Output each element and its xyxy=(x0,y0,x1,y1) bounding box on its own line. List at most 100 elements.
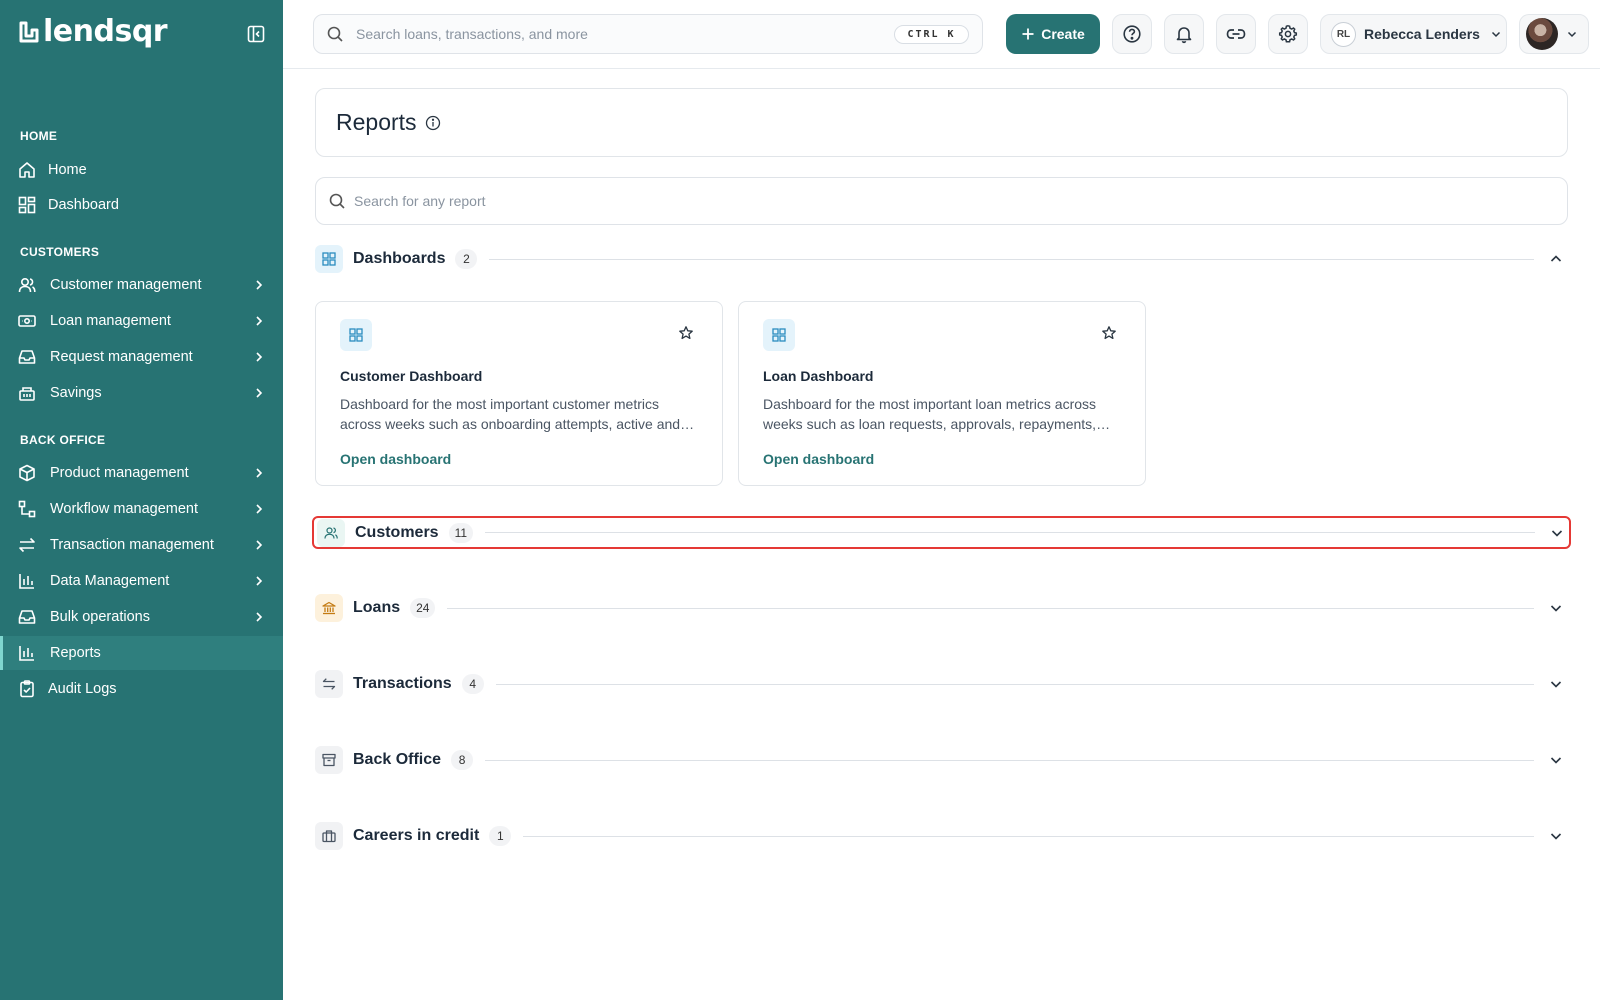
open-dashboard-link[interactable]: Open dashboard xyxy=(340,451,451,467)
user-name: Rebecca Lenders xyxy=(1364,26,1480,42)
plus-icon xyxy=(1022,28,1034,40)
section-title: Dashboards xyxy=(353,250,446,267)
bell-icon xyxy=(1176,27,1192,44)
search-icon xyxy=(327,26,343,42)
collapse-sidebar-icon[interactable] xyxy=(246,24,266,44)
create-button[interactable]: Create xyxy=(1006,14,1100,54)
keyboard-shortcut-badge: CTRL K xyxy=(894,25,969,44)
inbox-icon xyxy=(17,607,37,627)
section-loans[interactable]: Loans 24 xyxy=(315,593,1568,623)
section-dashboards[interactable]: Dashboards 2 xyxy=(315,244,1568,274)
dashboard-card-title: Customer Dashboard xyxy=(340,368,483,384)
star-icon[interactable] xyxy=(1101,325,1117,341)
dashboard-icon xyxy=(315,245,343,273)
profile-menu-button[interactable] xyxy=(1519,14,1589,54)
section-count-badge: 2 xyxy=(455,249,478,269)
section-title: Loans xyxy=(353,599,401,616)
global-search-input[interactable]: Search loans, transactions, and more CTR… xyxy=(313,14,983,54)
chevron-down-icon xyxy=(1550,605,1562,612)
user-menu-button[interactable]: RL Rebecca Lenders xyxy=(1320,14,1507,54)
link-icon xyxy=(1226,29,1246,39)
section-divider xyxy=(485,532,1535,533)
section-divider xyxy=(489,258,1534,260)
briefcase-icon xyxy=(315,822,343,850)
link-button[interactable] xyxy=(1216,14,1256,54)
sidebar-item-audit-logs[interactable]: Audit Logs xyxy=(0,672,283,706)
chevron-down-icon xyxy=(1491,31,1500,38)
sidebar-item-bulk-operations[interactable]: Bulk operations xyxy=(0,600,283,634)
page-title: Reports xyxy=(336,109,417,135)
bar-chart-icon xyxy=(17,571,37,591)
section-count-badge: 8 xyxy=(451,750,474,770)
section-careers-in-credit[interactable]: Careers in credit 1 xyxy=(315,821,1568,851)
avatar xyxy=(1526,18,1558,50)
chevron-down-icon xyxy=(1551,529,1563,537)
chevron-down-icon xyxy=(1550,681,1562,688)
section-count-badge: 1 xyxy=(489,826,512,846)
home-icon xyxy=(17,160,37,180)
section-transactions[interactable]: Transactions 4 xyxy=(315,669,1568,699)
create-button-label: Create xyxy=(1041,26,1085,42)
brand-logo[interactable]: lendsqr xyxy=(19,14,168,49)
sidebar-item-label: Request management xyxy=(50,349,193,365)
sidebar-item-workflow-management[interactable]: Workflow management xyxy=(0,492,283,526)
gear-icon xyxy=(1278,25,1298,43)
sidebar-item-customer-management[interactable]: Customer management xyxy=(0,268,283,302)
nav-section-back-office: BACK OFFICE xyxy=(20,433,106,447)
nav-section-customers: CUSTOMERS xyxy=(20,245,100,259)
sidebar-item-product-management[interactable]: Product management xyxy=(0,456,283,490)
sidebar-item-transaction-management[interactable]: Transaction management xyxy=(0,528,283,562)
dashboard-card-loan: Loan Dashboard Dashboard for the most im… xyxy=(738,301,1146,486)
section-divider xyxy=(495,683,1534,685)
sidebar-item-label: Audit Logs xyxy=(48,681,117,697)
sidebar-item-dashboard[interactable]: Dashboard xyxy=(0,188,283,222)
open-dashboard-link[interactable]: Open dashboard xyxy=(763,451,874,467)
savings-icon xyxy=(17,383,37,403)
dashboard-card-customer: Customer Dashboard Dashboard for the mos… xyxy=(315,301,723,486)
bar-chart-icon xyxy=(17,643,37,663)
users-icon xyxy=(17,275,37,295)
sidebar-item-loan-management[interactable]: Loan management xyxy=(0,304,283,338)
star-icon[interactable] xyxy=(678,325,694,341)
brand-name: lendsqr xyxy=(43,14,168,49)
bank-icon xyxy=(315,594,343,622)
archive-icon xyxy=(315,746,343,774)
chevron-right-icon xyxy=(256,352,263,362)
sidebar-item-label: Data Management xyxy=(50,573,170,589)
top-bar: Search loans, transactions, and more CTR… xyxy=(283,0,1600,69)
section-customers[interactable]: Customers 11 xyxy=(312,516,1571,549)
sidebar-item-reports[interactable]: Reports xyxy=(0,636,283,670)
info-icon[interactable] xyxy=(425,115,441,131)
sidebar: lendsqr HOME Home Dashboard CUSTOMERS Cu… xyxy=(0,0,283,1000)
chevron-right-icon xyxy=(256,504,263,514)
section-back-office[interactable]: Back Office 8 xyxy=(315,745,1568,775)
sidebar-item-label: Loan management xyxy=(50,313,171,329)
section-divider xyxy=(447,607,1534,609)
dashboard-card-description: Dashboard for the most important loan me… xyxy=(763,396,1097,432)
dashboard-icon xyxy=(763,319,795,351)
settings-button[interactable] xyxy=(1268,14,1308,54)
dashboard-icon xyxy=(17,195,37,215)
chevron-right-icon xyxy=(256,388,263,398)
inbox-icon xyxy=(17,347,37,367)
chevron-right-icon xyxy=(256,468,263,478)
notifications-button[interactable] xyxy=(1164,14,1204,54)
sidebar-item-savings[interactable]: Savings xyxy=(0,376,283,410)
report-search-input[interactable]: Search for any report xyxy=(315,177,1568,225)
section-title: Careers in credit xyxy=(353,827,480,844)
sidebar-item-home[interactable]: Home xyxy=(0,153,283,187)
sidebar-item-label: Home xyxy=(48,162,87,178)
help-button[interactable] xyxy=(1112,14,1152,54)
sidebar-item-data-management[interactable]: Data Management xyxy=(0,564,283,598)
search-icon xyxy=(329,193,345,209)
chevron-right-icon xyxy=(256,612,263,622)
chevron-right-icon xyxy=(256,540,263,550)
sidebar-item-label: Bulk operations xyxy=(50,609,150,625)
sidebar-item-label: Customer management xyxy=(50,277,202,293)
sidebar-item-request-management[interactable]: Request management xyxy=(0,340,283,374)
lendsqr-logo-icon xyxy=(19,21,39,43)
chevron-down-icon xyxy=(1550,833,1562,840)
chevron-down-icon xyxy=(1567,31,1577,38)
dashboard-card-title: Loan Dashboard xyxy=(763,368,874,384)
dashboard-card-description: Dashboard for the most important custome… xyxy=(340,396,681,432)
